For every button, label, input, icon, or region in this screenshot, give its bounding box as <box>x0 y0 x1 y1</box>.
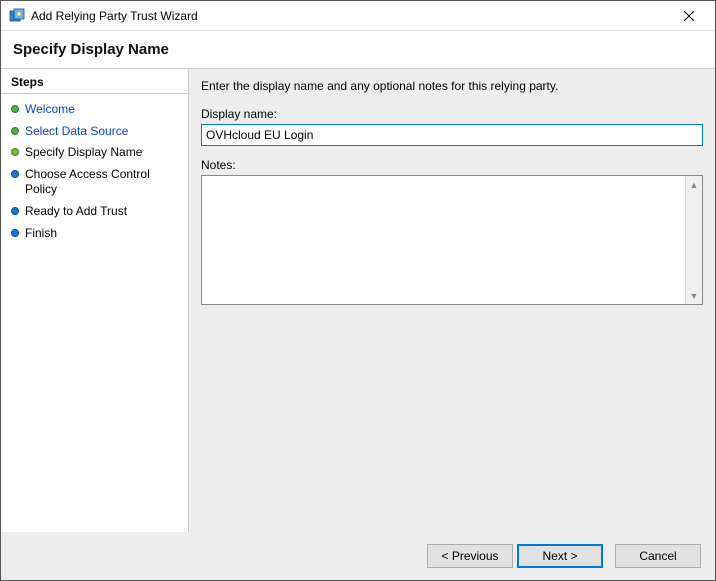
step-bullet-icon <box>11 105 19 113</box>
notes-label: Notes: <box>201 158 703 172</box>
scroll-up-icon: ▲ <box>686 176 702 193</box>
previous-button[interactable]: < Previous <box>427 544 513 568</box>
step-specify-display-name: Specify Display Name <box>7 143 184 165</box>
next-button[interactable]: Next > <box>517 544 603 568</box>
wizard-footer: < Previous Next > Cancel <box>1 532 715 580</box>
step-label: Ready to Add Trust <box>25 204 127 220</box>
notes-textarea[interactable] <box>202 176 685 304</box>
steps-list: Welcome Select Data Source Specify Displ… <box>1 94 188 251</box>
wizard-window: Add Relying Party Trust Wizard Specify D… <box>0 0 716 581</box>
cancel-button[interactable]: Cancel <box>615 544 701 568</box>
nav-button-group: < Previous Next > <box>427 544 603 568</box>
step-label: Select Data Source <box>25 124 128 140</box>
notes-scrollbar[interactable]: ▲ ▼ <box>685 176 702 304</box>
step-label: Finish <box>25 226 57 242</box>
step-ready-to-add-trust: Ready to Add Trust <box>7 202 184 224</box>
page-header: Specify Display Name <box>1 31 715 69</box>
instruction-text: Enter the display name and any optional … <box>201 79 703 93</box>
app-icon <box>9 8 25 24</box>
step-bullet-icon <box>11 229 19 237</box>
titlebar: Add Relying Party Trust Wizard <box>1 1 715 31</box>
step-bullet-icon <box>11 148 19 156</box>
close-icon <box>684 11 694 21</box>
step-label: Choose Access Control Policy <box>25 167 182 198</box>
step-welcome[interactable]: Welcome <box>7 100 184 122</box>
step-bullet-icon <box>11 207 19 215</box>
step-finish: Finish <box>7 224 184 246</box>
display-name-input[interactable] <box>201 124 703 146</box>
step-choose-access-control-policy: Choose Access Control Policy <box>7 165 184 202</box>
display-name-label: Display name: <box>201 107 703 121</box>
step-bullet-icon <box>11 127 19 135</box>
scroll-down-icon: ▼ <box>686 287 702 304</box>
steps-heading: Steps <box>1 69 188 94</box>
step-label: Welcome <box>25 102 75 118</box>
steps-sidebar: Steps Welcome Select Data Source Specify… <box>1 69 189 532</box>
content-pane: Enter the display name and any optional … <box>189 69 715 532</box>
step-select-data-source[interactable]: Select Data Source <box>7 122 184 144</box>
step-bullet-icon <box>11 170 19 178</box>
step-label: Specify Display Name <box>25 145 142 161</box>
notes-field-wrap: ▲ ▼ <box>201 175 703 305</box>
window-title: Add Relying Party Trust Wizard <box>31 9 669 23</box>
page-title: Specify Display Name <box>13 41 703 58</box>
close-button[interactable] <box>669 2 709 30</box>
wizard-body: Steps Welcome Select Data Source Specify… <box>1 69 715 532</box>
